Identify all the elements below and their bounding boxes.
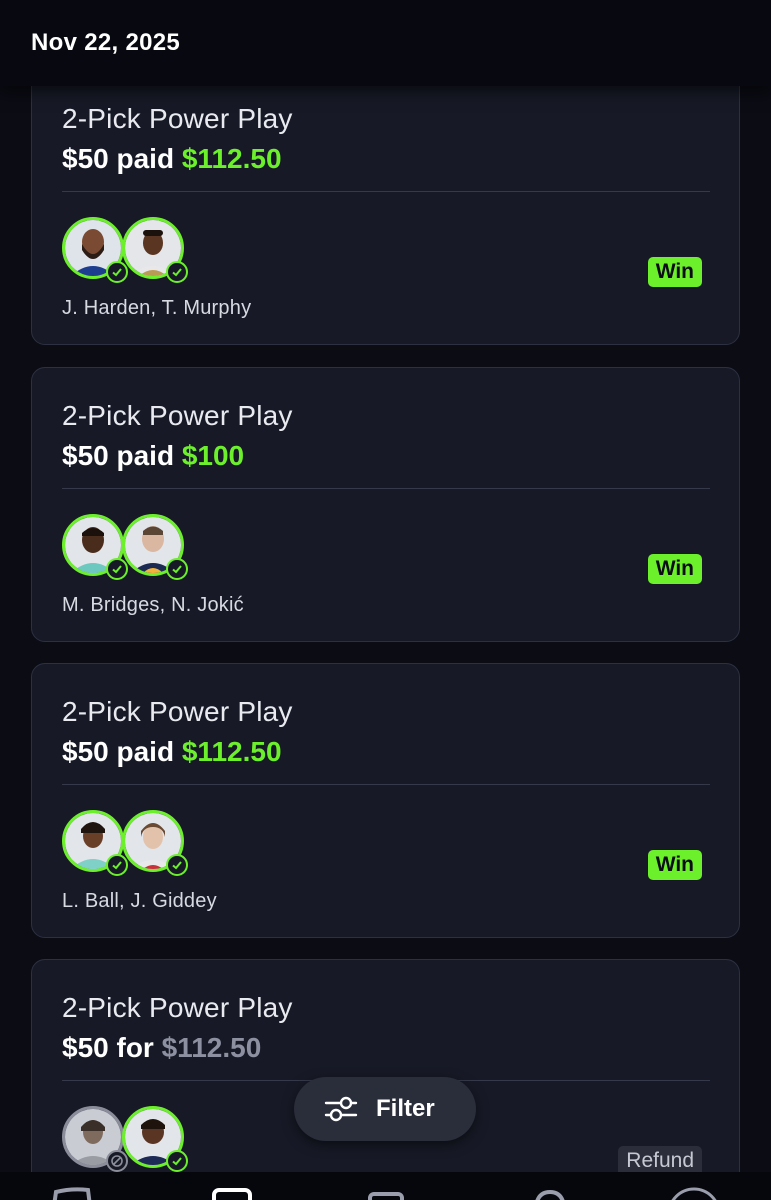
filter-label: Filter [376,1095,435,1122]
divider [62,488,710,489]
entry-title: 2-Pick Power Play [62,696,293,727]
entry-title: 2-Pick Power Play [62,103,293,134]
entry-card[interactable]: 2-Pick Power Play $50 paid $112.50 L. Ba… [31,663,740,938]
entry-players: L. Ball, J. Giddey [62,890,217,912]
entry-amount: $50 paid $112.50 [62,143,282,175]
tab-lineups-icon[interactable] [212,1186,252,1200]
check-icon [166,854,188,876]
result-badge: Win [647,850,702,880]
player-avatars [62,217,202,287]
entry-connector: paid [116,440,175,471]
entry-amount: $50 for $112.50 [62,1032,261,1064]
player-avatars [62,1106,202,1176]
entry-amount: $50 paid $100 [62,440,244,472]
entry-payout: $112.50 [181,143,282,174]
tab-board-icon[interactable] [50,1186,94,1200]
entries-screen: Nov 22, 2025 2-Pick Power Play $50 paid … [0,0,771,1200]
entry-title: 2-Pick Power Play [62,400,293,431]
check-icon [166,1150,188,1172]
entry-stake: $50 [62,440,109,471]
divider [62,191,710,192]
tab-profile-icon[interactable] [666,1186,722,1200]
check-icon [166,558,188,580]
entry-payout: $112.50 [181,736,282,767]
result-badge: Win [647,257,702,287]
tab-feed-icon[interactable] [368,1186,404,1200]
result-badge: Win [647,554,702,584]
entry-stake: $50 [62,1032,109,1063]
entry-connector: for [116,1032,154,1063]
void-icon [106,1150,128,1172]
entry-players: J. Harden, T. Murphy [62,297,252,319]
sliders-icon [324,1093,358,1130]
entry-amount: $50 paid $112.50 [62,736,282,768]
check-icon [106,558,128,580]
entry-payout: $100 [181,440,245,471]
date-header: Nov 22, 2025 [0,0,771,86]
divider [62,784,710,785]
entry-connector: paid [116,143,175,174]
entry-card[interactable]: 2-Pick Power Play $50 paid $100 M. Bridg… [31,367,740,642]
entry-players: M. Bridges, N. Jokić [62,594,244,616]
filter-button[interactable]: Filter [294,1077,476,1141]
entry-stake: $50 [62,143,109,174]
entry-card[interactable]: 2-Pick Power Play $50 paid $112.50 J. Ha… [31,70,740,345]
check-icon [106,261,128,283]
entry-stake: $50 [62,736,109,767]
check-icon [106,854,128,876]
player-avatars [62,810,202,880]
date-label: Nov 22, 2025 [31,29,181,56]
check-icon [166,261,188,283]
tab-rewards-icon[interactable] [530,1186,570,1200]
entry-payout: $112.50 [161,1032,262,1063]
bottom-tab-bar [0,1172,771,1200]
player-avatars [62,514,202,584]
entry-connector: paid [116,736,175,767]
entry-title: 2-Pick Power Play [62,992,293,1023]
